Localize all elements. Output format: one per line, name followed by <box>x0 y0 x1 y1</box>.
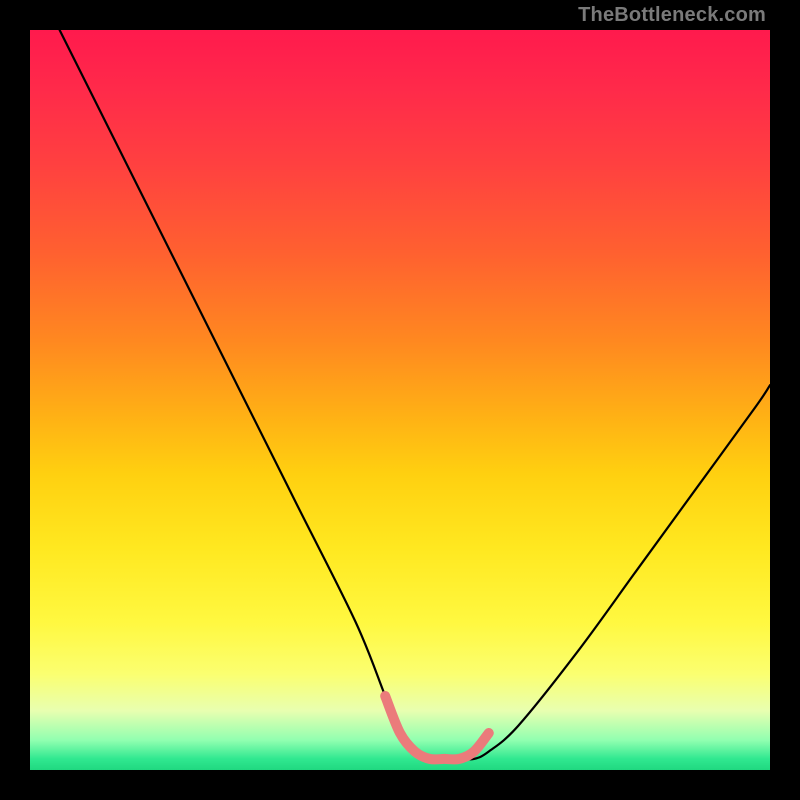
plot-area <box>30 30 770 770</box>
curve-pink <box>385 696 489 759</box>
chart-frame: TheBottleneck.com <box>0 0 800 800</box>
chart-svg <box>30 30 770 770</box>
curve-black <box>60 30 770 759</box>
watermark-text: TheBottleneck.com <box>578 4 766 27</box>
